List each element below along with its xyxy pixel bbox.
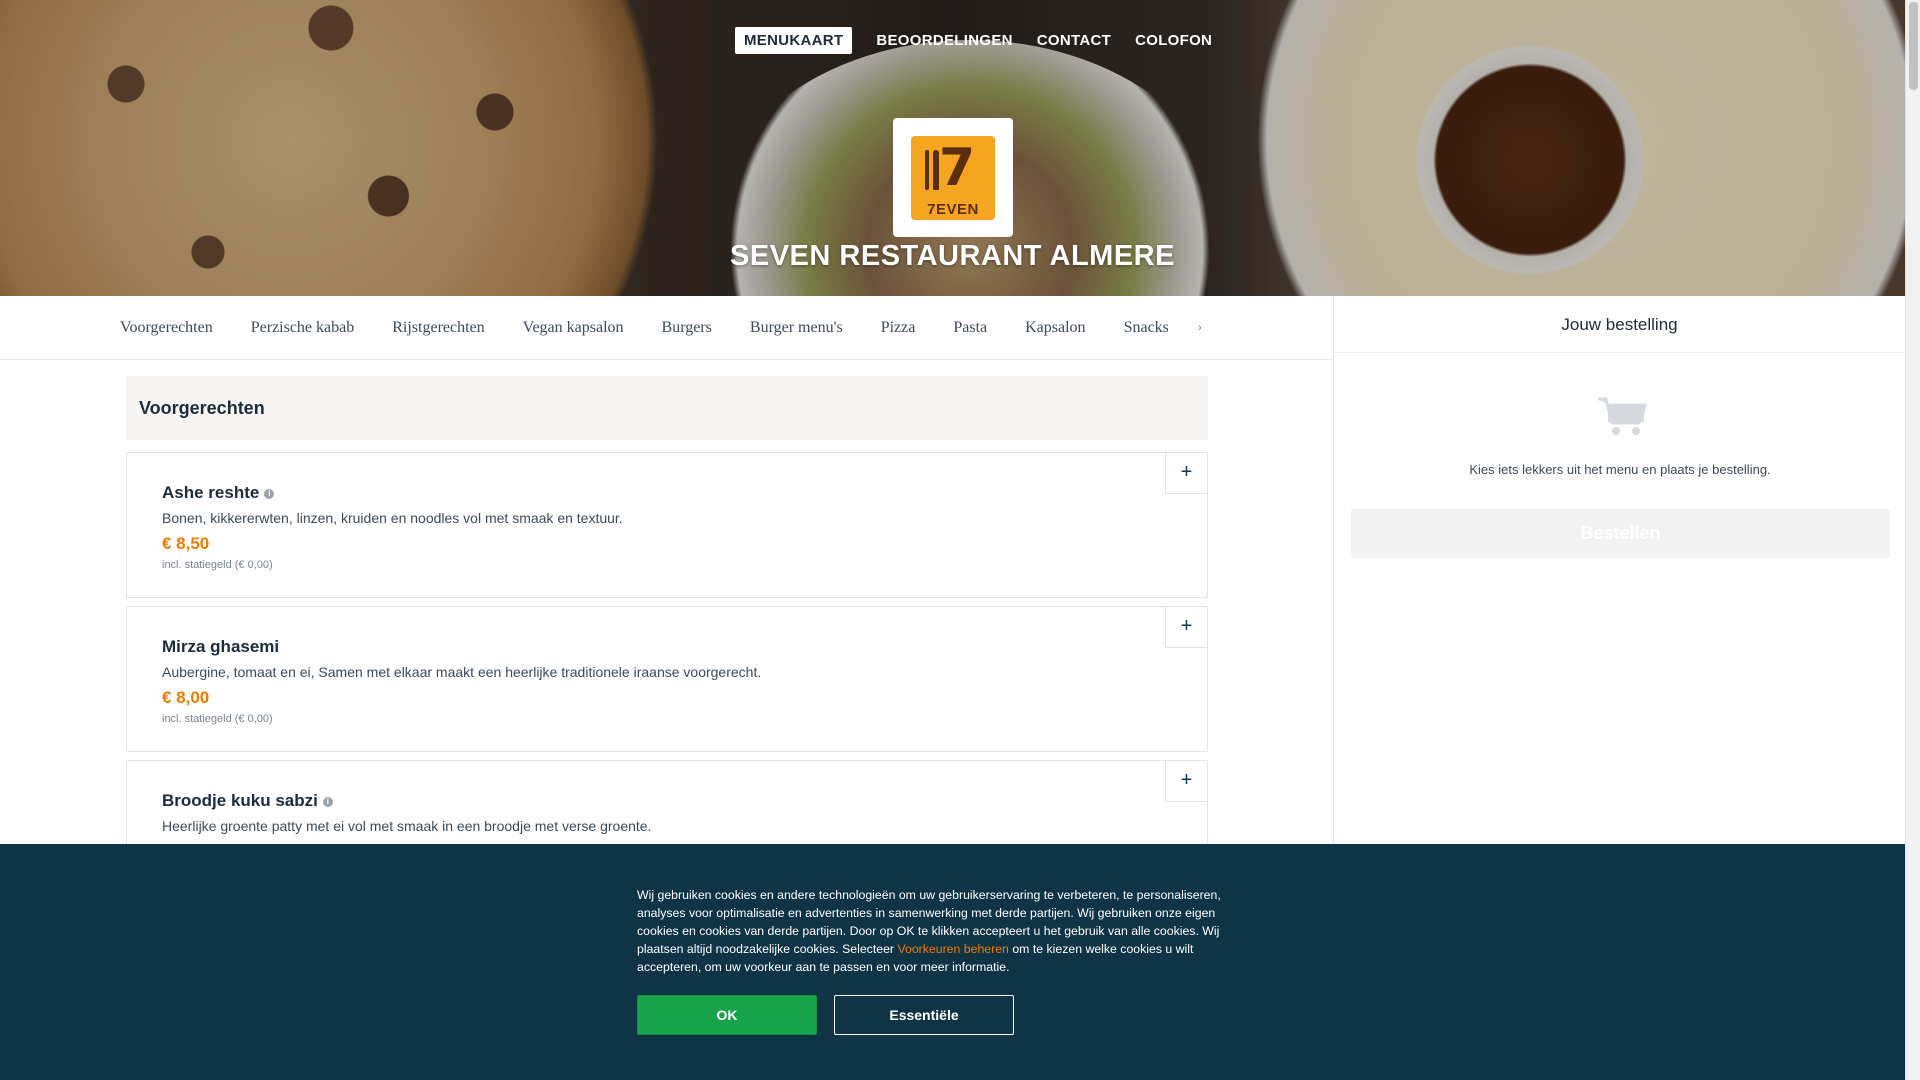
category-snacks[interactable]: Snacks	[1105, 296, 1168, 360]
nav-colofon[interactable]: COLOFON	[1126, 27, 1221, 54]
add-to-cart-button[interactable]: +	[1165, 607, 1207, 648]
basket-title: Jouw bestelling	[1334, 296, 1905, 353]
order-button[interactable]: Bestellen	[1351, 509, 1890, 558]
product-name: Broodje kuku sabzi	[162, 791, 318, 810]
product-name: Mirza ghasemi	[162, 637, 280, 656]
restaurant-logo: 7 7EVEN	[893, 118, 1013, 237]
product-description: Bonen, kikkererwten, linzen, kruiden en …	[162, 510, 623, 526]
info-icon[interactable]: i	[322, 796, 333, 807]
category-perzische-kabab[interactable]: Perzische kabab	[232, 296, 374, 360]
logo-wordmark: 7EVEN	[927, 200, 979, 218]
product-name-row: Broodje kuku sabzi i	[162, 791, 333, 811]
product-deposit: incl. statiegeld (€ 0,00)	[162, 713, 273, 725]
add-to-cart-button[interactable]: +	[1165, 453, 1207, 494]
cookie-ok-button[interactable]: OK	[637, 995, 817, 1035]
category-rijstgerechten[interactable]: Rijstgerechten	[373, 296, 503, 360]
category-bar: Voorgerechten Perzische kabab Rijstgerec…	[0, 296, 1333, 360]
fork-icon	[925, 149, 929, 190]
category-pizza[interactable]: Pizza	[862, 296, 935, 360]
product-price: € 8,00	[162, 688, 210, 707]
category-burgers[interactable]: Burgers	[643, 296, 731, 360]
shopping-cart-icon	[1598, 397, 1647, 435]
logo-mark: 7 7EVEN	[911, 135, 995, 220]
category-voorgerechten[interactable]: Voorgerechten	[101, 296, 232, 360]
info-icon[interactable]: i	[264, 488, 275, 499]
product-price: € 8,50	[162, 534, 210, 553]
product-deposit: incl. statiegeld (€ 0,00)	[162, 559, 273, 571]
basket-empty-message: Kies iets lekkers uit het menu en plaats…	[1469, 462, 1771, 477]
page-scrollbar[interactable]	[1905, 0, 1920, 1080]
add-to-cart-button[interactable]: +	[1165, 761, 1207, 802]
category-burger-menus[interactable]: Burger menu's	[731, 296, 862, 360]
category-vegan-kapsalon[interactable]: Vegan kapsalon	[504, 296, 643, 360]
product-name-row: Mirza ghasemi	[162, 637, 279, 657]
cookie-essential-button[interactable]: Essentiële	[834, 995, 1014, 1035]
section-title: Voorgerechten	[126, 376, 1208, 440]
product-name-row: Ashe reshte i	[162, 483, 275, 503]
top-navigation: MENUKAART BEOORDELINGEN CONTACT COLOFON	[735, 27, 1227, 54]
logo-numeral: 7	[939, 137, 976, 198]
product-description: Heerlijke groente patty met ei vol met s…	[162, 818, 652, 834]
nav-contact[interactable]: CONTACT	[1028, 27, 1120, 54]
cookie-preferences-link[interactable]: Voorkeuren beheren	[897, 942, 1008, 956]
category-kapsalon[interactable]: Kapsalon	[1006, 296, 1104, 360]
product-card[interactable]: Ashe reshte i Bonen, kikkererwten, linzen…	[126, 452, 1208, 598]
scrollbar-thumb[interactable]	[1909, 2, 1918, 90]
category-pasta[interactable]: Pasta	[934, 296, 1006, 360]
category-list: Voorgerechten Perzische kabab Rijstgerec…	[101, 296, 1168, 360]
nav-menukaart[interactable]: MENUKAART	[735, 27, 853, 54]
cookie-banner: Wij gebruiken cookies en andere technolo…	[0, 844, 1905, 1080]
chevron-right-icon[interactable]: ›	[1190, 296, 1210, 360]
cookie-text: Wij gebruiken cookies en andere technolo…	[637, 886, 1250, 976]
nav-beoordelingen[interactable]: BEOORDELINGEN	[867, 27, 1021, 54]
product-description: Aubergine, tomaat en ei, Samen met elkaa…	[162, 664, 762, 680]
restaurant-title: SEVEN RESTAURANT ALMERE	[730, 240, 1175, 272]
product-card[interactable]: Mirza ghasemi Aubergine, tomaat en ei, S…	[126, 606, 1208, 752]
hero-banner: MENUKAART BEOORDELINGEN CONTACT COLOFON …	[0, 0, 1905, 296]
product-name: Ashe reshte	[162, 483, 260, 502]
